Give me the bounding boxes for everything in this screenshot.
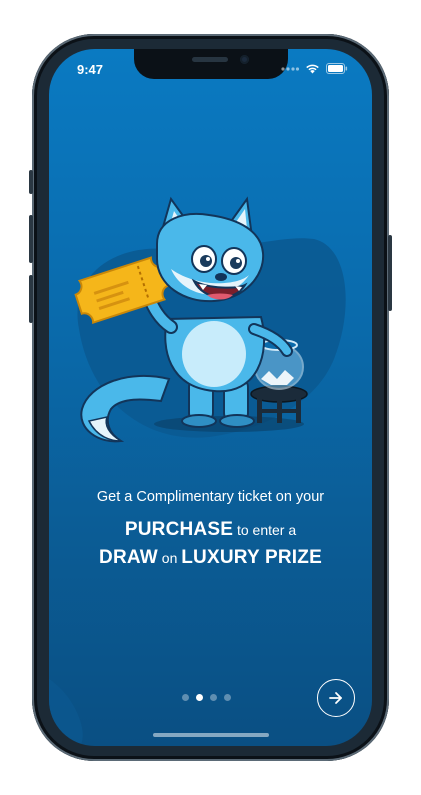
front-camera — [240, 55, 249, 64]
line-2-rest: to enter a — [236, 522, 297, 538]
onboarding-line-1: Get a Complimentary ticket on your — [96, 489, 325, 505]
status-icons — [281, 63, 348, 74]
onboarding-screen: 9:47 Get a Complimentary ticket on your … — [49, 49, 372, 746]
arrow-right-icon — [329, 692, 342, 704]
line-3-mid: on — [161, 550, 178, 566]
cellular-dots-icon — [281, 66, 299, 71]
wifi-icon — [306, 64, 319, 74]
page-dot-1[interactable] — [182, 694, 189, 701]
status-time: 9:47 — [77, 62, 104, 77]
home-indicator[interactable] — [153, 733, 269, 737]
next-button[interactable] — [317, 679, 355, 717]
background-wave — [49, 679, 83, 746]
speaker-grille — [192, 57, 228, 62]
stool — [250, 385, 308, 423]
mascot-head — [156, 196, 265, 303]
phone-side-button — [29, 170, 33, 194]
page-indicator — [182, 694, 231, 701]
phone-volume-down — [29, 275, 33, 323]
purchase-emphasis: PURCHASE — [124, 519, 234, 540]
page-dot-4[interactable] — [224, 694, 231, 701]
page-dot-2[interactable] — [196, 694, 203, 701]
onboarding-line-3: DRAW on LUXURY PRIZE — [49, 547, 372, 569]
battery-icon — [326, 63, 348, 74]
phone-power-button — [388, 235, 392, 311]
draw-emphasis: DRAW — [99, 547, 158, 568]
device-notch — [134, 49, 288, 79]
mascot-illustration — [49, 196, 346, 746]
page-dot-3[interactable] — [210, 694, 217, 701]
luxury-prize-emphasis: LUXURY PRIZE — [181, 547, 322, 568]
onboarding-line-2: PURCHASE to enter a — [49, 519, 372, 541]
phone-volume-up — [29, 215, 33, 263]
